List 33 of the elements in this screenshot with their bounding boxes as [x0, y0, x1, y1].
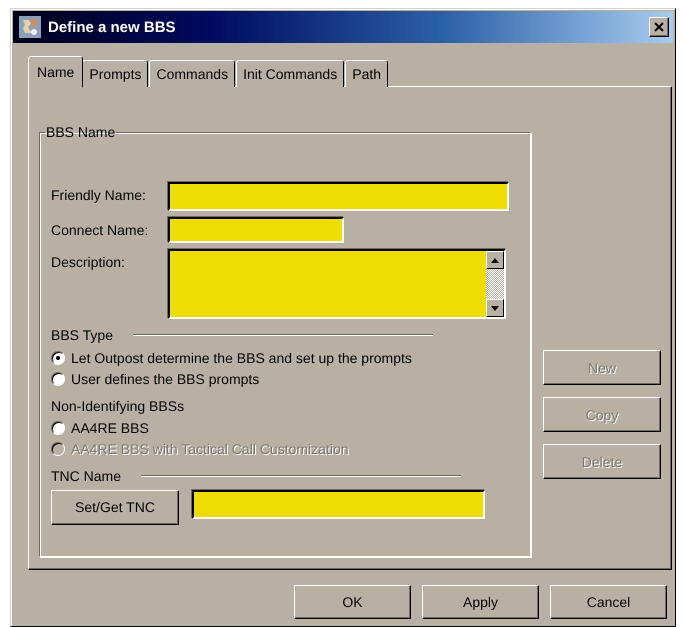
- radio-option[interactable]: User defines the BBS prompts: [51, 368, 260, 390]
- section-title: Non-Identifying BBSs: [51, 398, 184, 414]
- field-label: Connect Name:: [51, 221, 150, 240]
- tab[interactable]: Prompts: [82, 60, 148, 87]
- group-title: BBS Name: [45, 124, 116, 140]
- tnc-name-field[interactable]: [192, 490, 485, 518]
- scrollbar[interactable]: [486, 251, 504, 317]
- tab[interactable]: Commands: [149, 60, 236, 87]
- radio-icon[interactable]: [51, 351, 65, 365]
- radio-icon[interactable]: [51, 421, 65, 435]
- field-label: Friendly Name:: [51, 186, 147, 205]
- section-title: BBS Type: [51, 327, 114, 343]
- dialog-button[interactable]: Cancel: [550, 585, 667, 619]
- text-area[interactable]: [168, 249, 506, 319]
- close-icon: [654, 22, 664, 32]
- window-title: Define a new BBS: [48, 18, 177, 36]
- close-button[interactable]: [649, 17, 669, 37]
- input-field[interactable]: [168, 217, 344, 243]
- down-arrow-icon: [491, 306, 499, 310]
- tab[interactable]: Name: [28, 56, 84, 87]
- radio-option[interactable]: Let Outpost determine the BBS and set up the prompts: [51, 348, 412, 368]
- tab[interactable]: Path: [345, 60, 388, 87]
- dialog-button[interactable]: Apply: [422, 585, 539, 619]
- radio-icon[interactable]: [51, 372, 65, 386]
- app-icon: [19, 16, 41, 38]
- tab[interactable]: Init Commands: [236, 60, 344, 87]
- section-title: TNC Name: [51, 468, 122, 484]
- input-field[interactable]: [168, 182, 509, 211]
- radio-option[interactable]: AA4RE BBS: [51, 418, 149, 438]
- field-label: Description:: [51, 253, 126, 272]
- up-arrow-icon: [491, 258, 499, 262]
- set-tnc-button[interactable]: Set/Get TNC: [51, 490, 179, 524]
- dialog-button[interactable]: OK: [294, 585, 411, 619]
